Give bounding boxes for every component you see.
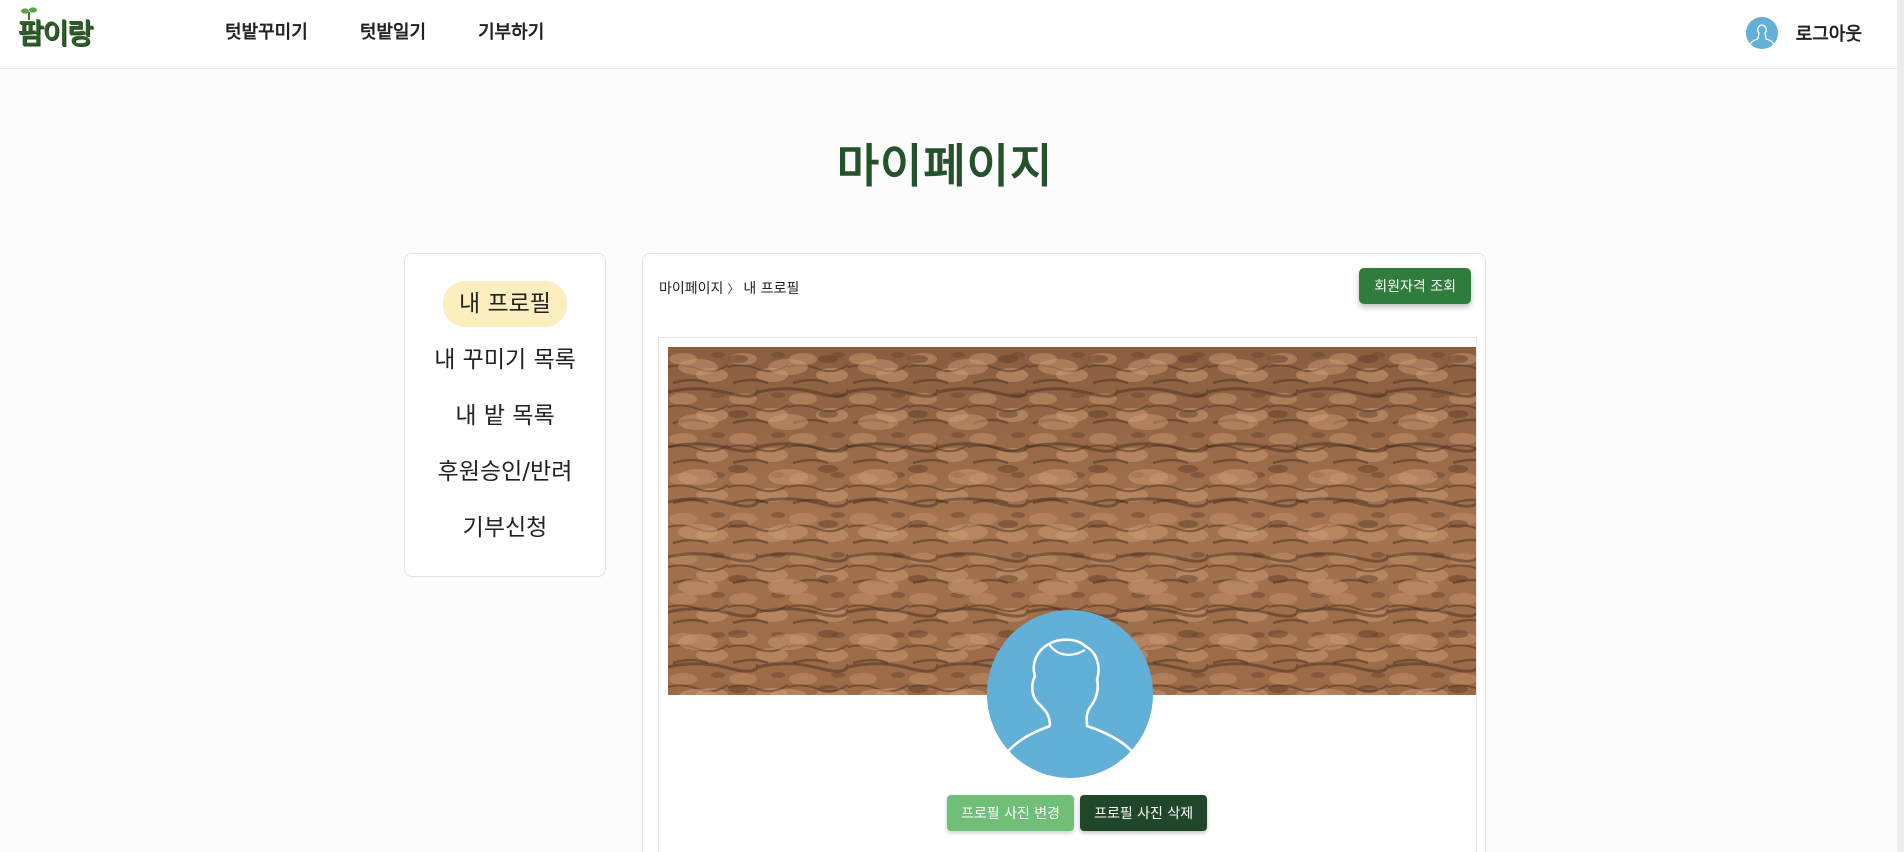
breadcrumb-root[interactable]: 마이페이지 (659, 278, 723, 298)
page-title: 마이페이지 (836, 139, 1054, 193)
profile-card: 프로필 사진 변경 프로필 사진 삭제 (658, 337, 1477, 852)
sidebar-item-my-decorations[interactable]: 내 꾸미기 목록 (418, 337, 592, 383)
nav-garden-diary[interactable]: 텃밭일기 (360, 20, 426, 46)
scrollbar-thumb[interactable] (1897, 0, 1904, 852)
sidebar-item-sponsor-approval[interactable]: 후원승인/반려 (422, 449, 589, 495)
membership-check-button[interactable]: 회원자격 조회 (1359, 268, 1471, 304)
user-avatar-icon[interactable] (1745, 17, 1778, 49)
delete-photo-button[interactable]: 프로필 사진 삭제 (1080, 795, 1208, 831)
sprout-icon (21, 7, 37, 20)
page-scrollbar[interactable] (1897, 0, 1904, 852)
brand-logo[interactable]: 팜이랑 (18, 7, 93, 54)
nav-garden-decorate[interactable]: 텃밭꾸미기 (225, 20, 308, 46)
sidebar-item-my-fields[interactable]: 내 밭 목록 (439, 393, 570, 439)
breadcrumb-current: 내 프로필 (743, 281, 800, 297)
nav-donate[interactable]: 기부하기 (478, 20, 544, 46)
user-area: 로그아웃 (1745, 17, 1862, 49)
profile-panel: 마이페이지 〉 내 프로필 회원자격 조회 프로필 사진 변경 프로필 사진 삭… (642, 253, 1486, 852)
main-nav: 텃밭꾸미기 텃밭일기 기부하기 (225, 20, 544, 46)
profile-photo-actions: 프로필 사진 변경 프로필 사진 삭제 (947, 795, 1208, 831)
logout-button[interactable]: 로그아웃 (1796, 20, 1862, 46)
breadcrumb: 마이페이지 〉 내 프로필 (659, 278, 799, 298)
profile-avatar-icon[interactable] (987, 610, 1153, 778)
breadcrumb-separator-icon: 〉 (727, 281, 740, 296)
sidebar-item-donation-request[interactable]: 기부신청 (447, 505, 564, 551)
change-photo-button[interactable]: 프로필 사진 변경 (947, 795, 1075, 831)
top-navbar: 팜이랑 텃밭꾸미기 텃밭일기 기부하기 로그아웃 (0, 0, 1904, 69)
sidebar-item-my-profile[interactable]: 내 프로필 (443, 281, 567, 327)
mypage-sidebar: 내 프로필 내 꾸미기 목록 내 밭 목록 후원승인/반려 기부신청 (404, 253, 606, 577)
